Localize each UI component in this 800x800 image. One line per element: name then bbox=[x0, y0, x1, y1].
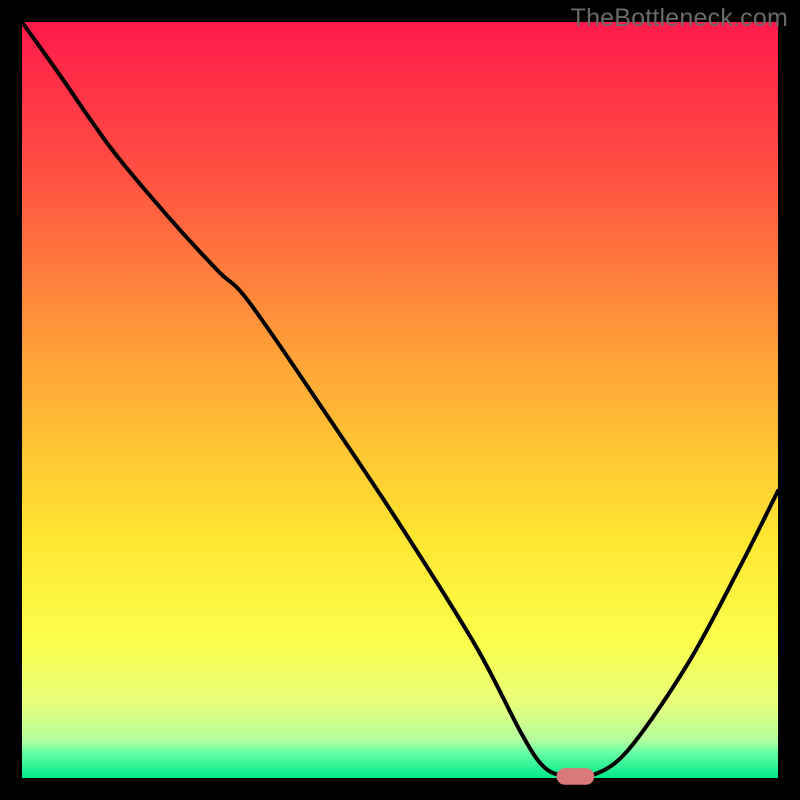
bottleneck-chart: TheBottleneck.com bbox=[0, 0, 800, 800]
plot-background bbox=[22, 22, 778, 778]
optimal-point-marker bbox=[556, 768, 594, 785]
chart-svg bbox=[0, 0, 800, 800]
watermark-text: TheBottleneck.com bbox=[571, 4, 788, 33]
